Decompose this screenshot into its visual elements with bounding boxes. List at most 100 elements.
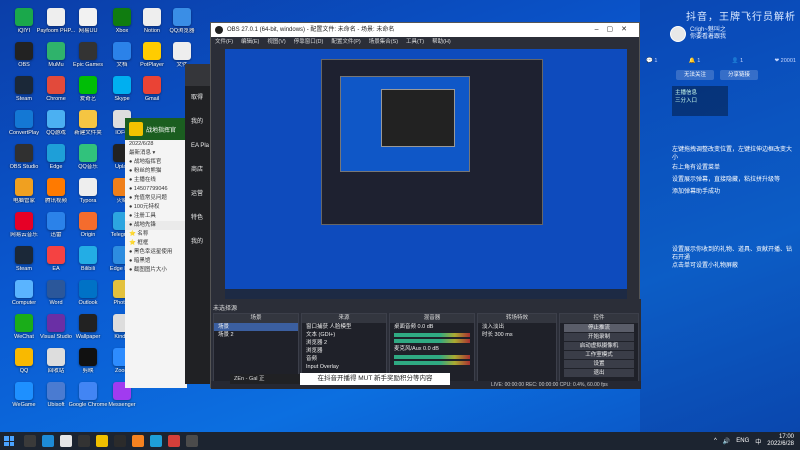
avatar[interactable] (670, 26, 686, 42)
app-icon (79, 42, 97, 60)
menu-item[interactable]: 文件(F) (215, 37, 233, 47)
transition-select[interactable]: 淡入淡出 (478, 323, 556, 331)
stop-streaming-button[interactable]: 停止推流 (564, 324, 634, 332)
ime-indicator[interactable]: 中 (755, 437, 761, 446)
chat-list-item[interactable]: ● 100元特权 (125, 203, 187, 212)
chat-list-item[interactable]: ⭐ 框框 (125, 239, 187, 248)
chat-list-item[interactable]: ⭐ 名称 (125, 230, 187, 239)
app-icon (47, 178, 65, 196)
taskbar-app-icon[interactable] (186, 435, 198, 447)
app-icon (15, 246, 33, 264)
taskbar-app-icon[interactable] (114, 435, 126, 447)
desktop-icon[interactable]: Google Chrome (69, 380, 107, 420)
exit-button[interactable]: 退出 (564, 369, 634, 377)
taskbar-app-icon[interactable] (60, 435, 72, 447)
share-button[interactable]: 分享链接 (720, 70, 758, 80)
language-indicator[interactable]: ENG (736, 438, 749, 444)
stat-notify: 🔔 1 (688, 58, 701, 64)
chat-list-item[interactable]: ● 粉丝的熊猫 (125, 167, 187, 176)
chat-list-item[interactable]: ● 14507799046 (125, 185, 187, 194)
app-icon (113, 8, 131, 26)
menu-item[interactable]: 帮助(H) (432, 37, 451, 47)
transition-duration[interactable]: 时长 300 ms (478, 331, 556, 339)
app-icon (79, 348, 97, 366)
source-item[interactable]: 文本 (GDI+) (302, 331, 386, 339)
chat-list-item[interactable]: ● 充值常见问题 (125, 194, 187, 203)
start-recording-button[interactable]: 开始录制 (564, 333, 634, 341)
mixer-channel-label: 桌面音频 0.0 dB (394, 324, 434, 330)
stream-panel-title: 抖音，王牌飞行员解析 (686, 12, 796, 23)
volume-slider[interactable] (394, 339, 470, 343)
windows-logo-icon (4, 436, 14, 446)
taskbar-app-icon[interactable] (132, 435, 144, 447)
taskbar-app-icon[interactable] (78, 435, 90, 447)
settings-button[interactable]: 设置 (564, 360, 634, 368)
volume-icon[interactable]: 🔊 (723, 438, 730, 445)
streamer-sub: 你要看着跟我 (690, 34, 727, 40)
chat-list-item[interactable]: ● 战地指挥官 (125, 158, 187, 167)
obs-window[interactable]: OBS 27.0.1 (64-bit, windows) - 配置文件: 未命名… (210, 22, 641, 389)
menu-item[interactable]: 视图(V) (267, 37, 285, 47)
obs-preview[interactable] (225, 49, 627, 299)
menu-item[interactable]: 编辑(E) (241, 37, 259, 47)
menu-item[interactable]: 工具(T) (406, 37, 424, 47)
desktop-icon[interactable]: WeGame (6, 380, 42, 420)
volume-slider[interactable] (394, 361, 470, 365)
taskbar-app-icon[interactable] (168, 435, 180, 447)
taskbar-app-icon[interactable] (42, 435, 54, 447)
live-chat-window[interactable]: 战地指挥官 2022/6/28 最新消息 ▾ ● 战地指挥官 ● 粉丝的熊猫 ● 主播在… (125, 118, 187, 388)
source-item[interactable]: 浏览器 2 (302, 339, 386, 347)
menu-item[interactable]: 停靠窗口(D) (294, 37, 324, 47)
menu-item[interactable]: 配置文件(P) (331, 37, 360, 47)
source-item[interactable]: 窗口捕获 人脸模型 (302, 323, 386, 331)
app-icon (79, 8, 97, 26)
app-icon (143, 42, 161, 60)
chat-list-item[interactable]: ● 注册工具 (125, 212, 187, 221)
chat-list-item[interactable]: 2022/6/28 (125, 140, 187, 149)
source-item[interactable]: 浏览器 (302, 347, 386, 355)
chat-group-title[interactable]: ● 战地先锋 (125, 221, 187, 230)
desktop-icon[interactable]: Ubisoft (38, 380, 74, 420)
scenes-dock: 场景 场景 场景 2 (213, 313, 299, 383)
chat-list-item[interactable]: ● 暗黑馆 (125, 257, 187, 266)
streamer-info[interactable]: Crigh~魅叫之 你要看着跟我 (670, 26, 726, 42)
scene-item[interactable]: 场景 (214, 323, 298, 331)
window-controls[interactable]: –▢✕ (595, 23, 635, 37)
chat-list: 2022/6/28 最新消息 ▾ ● 战地指挥官 ● 粉丝的熊猫 ● 主播在线 ● 145… (125, 140, 187, 221)
follow-button[interactable]: 无法关注 (676, 70, 714, 80)
scene-item[interactable]: 场景 2 (214, 331, 298, 339)
chat-list-item[interactable]: ● 主播在线 (125, 176, 187, 185)
chat-message: 设置展示你收到的礼物、道具、贡献开播、钻石开通 (672, 247, 793, 261)
app-icon (47, 42, 65, 60)
transitions-header: 转场特效 (478, 314, 556, 323)
no-source-label: 未选择源 (213, 306, 238, 312)
app-icon (15, 42, 33, 60)
mixer-channel-label: 麦克风/Aux 0.0 dB (394, 346, 439, 352)
system-tray: ^ 🔊 ENG 中 17:00 2022/6/28 (714, 434, 800, 448)
taskbar: ^ 🔊 ENG 中 17:00 2022/6/28 (0, 432, 800, 450)
start-button[interactable] (0, 432, 18, 450)
chat-title: 战地指挥官 (146, 127, 177, 134)
taskbar-apps (24, 435, 198, 447)
menu-item[interactable]: 场景集合(S) (369, 37, 398, 47)
app-icon (113, 42, 131, 60)
chat-list-item[interactable]: ● 截图图片大小 (125, 266, 187, 275)
app-icon (15, 110, 33, 128)
clock[interactable]: 17:00 2022/6/28 (767, 434, 794, 448)
chat-list-item[interactable]: 最新消息 ▾ (125, 149, 187, 158)
virtual-camera-button[interactable]: 启动虚拟摄像机 (564, 342, 634, 350)
app-icon (79, 110, 97, 128)
stat-viewers: 👤 1 (731, 58, 744, 64)
desktop-icon[interactable]: Gmail (134, 74, 170, 114)
taskbar-app-icon[interactable] (24, 435, 36, 447)
taskbar-app-icon[interactable] (150, 435, 162, 447)
volume-meter (394, 333, 470, 337)
app-icon (79, 76, 97, 94)
tray-expand-icon[interactable]: ^ (714, 438, 717, 444)
chat-list-item[interactable]: ● 黑色幸运星使用 (125, 248, 187, 257)
source-item[interactable]: 音频 (302, 355, 386, 363)
studio-mode-button[interactable]: 工作室模式 (564, 351, 634, 359)
source-item[interactable]: Input Overlay (302, 363, 386, 371)
taskbar-app-icon[interactable] (96, 435, 108, 447)
obs-titlebar[interactable]: OBS 27.0.1 (64-bit, windows) - 配置文件: 未命名… (211, 23, 639, 37)
